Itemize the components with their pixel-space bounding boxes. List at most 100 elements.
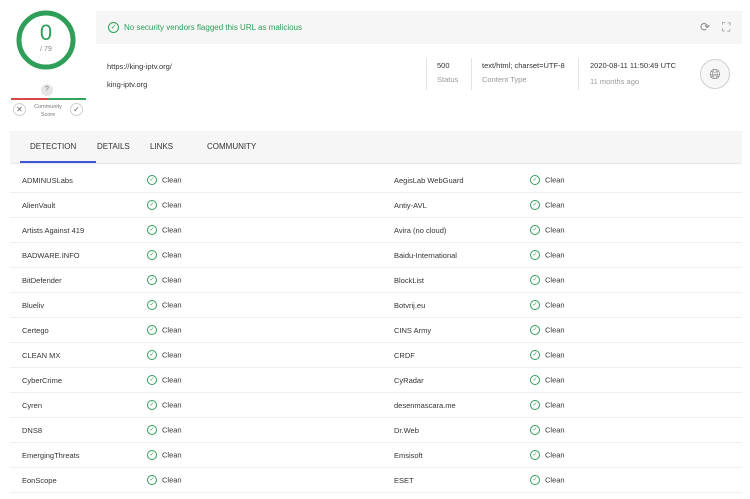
vendor-result: ✓ Clean [147,225,182,236]
table-row: AlienVault ✓ Clean Antiy-AVL ✓ Clean [10,193,742,218]
vendor-result: ✓ Clean [530,275,565,286]
vendor-result: ✓ Clean [530,450,565,461]
result-label: Clean [545,400,565,410]
check-circle-icon: ✓ [147,400,157,411]
table-row: CLEAN MX ✓ Clean CRDF ✓ Clean [10,343,742,368]
vote-harmless-button[interactable]: ✓ [70,103,83,116]
vendor-name: ADMINUSLabs [22,176,73,185]
vendor-result: ✓ Clean [147,425,182,436]
divider [471,58,472,90]
vendor-result: ✓ Clean [147,375,182,386]
check-circle-icon: ✓ [530,250,540,261]
table-row: CyberCrime ✓ Clean CyRadar ✓ Clean [10,368,742,393]
vendor-result: ✓ Clean [530,400,565,411]
vendor-name: Botvrij.eu [394,301,426,310]
divider [426,58,427,90]
result-label: Clean [545,325,565,335]
verdict-message: No security vendors flagged this URL as … [124,23,303,32]
refresh-icon[interactable]: ⟳ [700,20,710,34]
table-row: Cyren ✓ Clean desenmascara.me ✓ Clean [10,393,742,418]
vendor-result: ✓ Clean [530,225,565,236]
vendor-name: CLEAN MX [22,351,61,360]
result-label: Clean [162,475,182,485]
tab-links[interactable]: LINKS [150,142,173,151]
result-label: Clean [545,300,565,310]
check-circle-icon: ✓ [147,425,157,436]
tab-detection[interactable]: DETECTION [30,142,76,151]
check-circle-icon: ✓ [530,350,540,361]
vendor-name: Baidu-International [394,251,457,260]
check-circle-icon: ✓ [147,200,157,211]
content-type-label: Content Type [482,75,527,84]
table-row: DNS8 ✓ Clean Dr.Web ✓ Clean [10,418,742,443]
vendor-result: ✓ Clean [147,325,182,336]
vendor-result: ✓ Clean [147,275,182,286]
result-label: Clean [545,350,565,360]
vendor-name: desenmascara.me [394,401,456,410]
scanned-host[interactable]: king-iptv.org [107,80,147,89]
tab-details[interactable]: DETAILS [97,142,130,151]
community-score-bar [11,98,86,100]
community-score-label: Community Score [34,104,62,118]
table-row: Artists Against 419 ✓ Clean Avira (no cloud… [10,218,742,243]
status-value: 500 [437,61,450,70]
tab-community[interactable]: COMMUNITY [207,142,256,151]
result-label: Clean [545,200,565,210]
vendor-name: ESET [394,476,414,485]
vendor-name: DNS8 [22,426,43,435]
table-row: Certego ✓ Clean CINS Army ✓ Clean [10,318,742,343]
tab-bar: DETECTION DETAILS LINKS COMMUNITY [10,131,742,164]
graph-icon[interactable]: ⛶ [722,20,730,35]
result-label: Clean [162,275,182,285]
detection-score: 0 / 79 [15,9,77,71]
check-circle-icon: ✓ [530,400,540,411]
check-circle-icon: ✓ [530,200,540,211]
vote-malicious-button[interactable]: ✕ [13,103,26,116]
vendor-result: ✓ Clean [530,175,565,186]
table-row: BADWARE.INFO ✓ Clean Baidu-International ✓ Cl… [10,243,742,268]
check-circle-icon: ✓ [147,450,157,461]
result-label: Clean [162,200,182,210]
result-label: Clean [162,250,182,260]
result-label: Clean [545,450,565,460]
vendor-name: Dr.Web [394,426,419,435]
vendor-name: AlienVault [22,201,56,210]
result-label: Clean [162,300,182,310]
vendor-result: ✓ Clean [147,450,182,461]
vendor-result: ✓ Clean [530,325,565,336]
result-label: Clean [162,225,182,235]
vendor-name: CINS Army [394,326,432,335]
vendor-result: ✓ Clean [530,300,565,311]
table-row: ADMINUSLabs ✓ Clean AegisLab WebGuard ✓ Clean [10,168,742,193]
score-total: / 79 [40,46,52,53]
vendor-result: ✓ Clean [530,350,565,361]
result-label: Clean [545,175,565,185]
scanned-url[interactable]: https://king-iptv.org/ [107,62,172,71]
check-circle-icon: ✓ [530,300,540,311]
check-circle-icon: ✓ [108,22,119,33]
check-circle-icon: ✓ [147,350,157,361]
result-label: Clean [162,375,182,385]
result-label: Clean [545,475,565,485]
vendor-result: ✓ Clean [147,475,182,486]
close-icon: ✕ [16,105,23,114]
content-type-value: text/html; charset=UTF-8 [482,61,565,70]
result-label: Clean [162,400,182,410]
vendor-name: Blueliv [22,301,45,310]
check-circle-icon: ✓ [530,425,540,436]
analysis-date: 2020-08-11 11:50:49 UTC [590,61,677,70]
globe-icon: 🌐︎ [700,59,730,89]
vendor-name: BitDefender [22,276,62,285]
result-label: Clean [545,425,565,435]
result-label: Clean [162,450,182,460]
vendor-result: ✓ Clean [530,200,565,211]
table-row: EonScope ✓ Clean ESET ✓ Clean [10,468,742,493]
vendor-name: BlockList [394,276,425,285]
result-label: Clean [162,175,182,185]
check-circle-icon: ✓ [147,300,157,311]
result-label: Clean [162,325,182,335]
vendor-result: ✓ Clean [530,250,565,261]
check-circle-icon: ✓ [530,450,540,461]
check-icon: ✓ [73,105,80,114]
check-circle-icon: ✓ [530,275,540,286]
